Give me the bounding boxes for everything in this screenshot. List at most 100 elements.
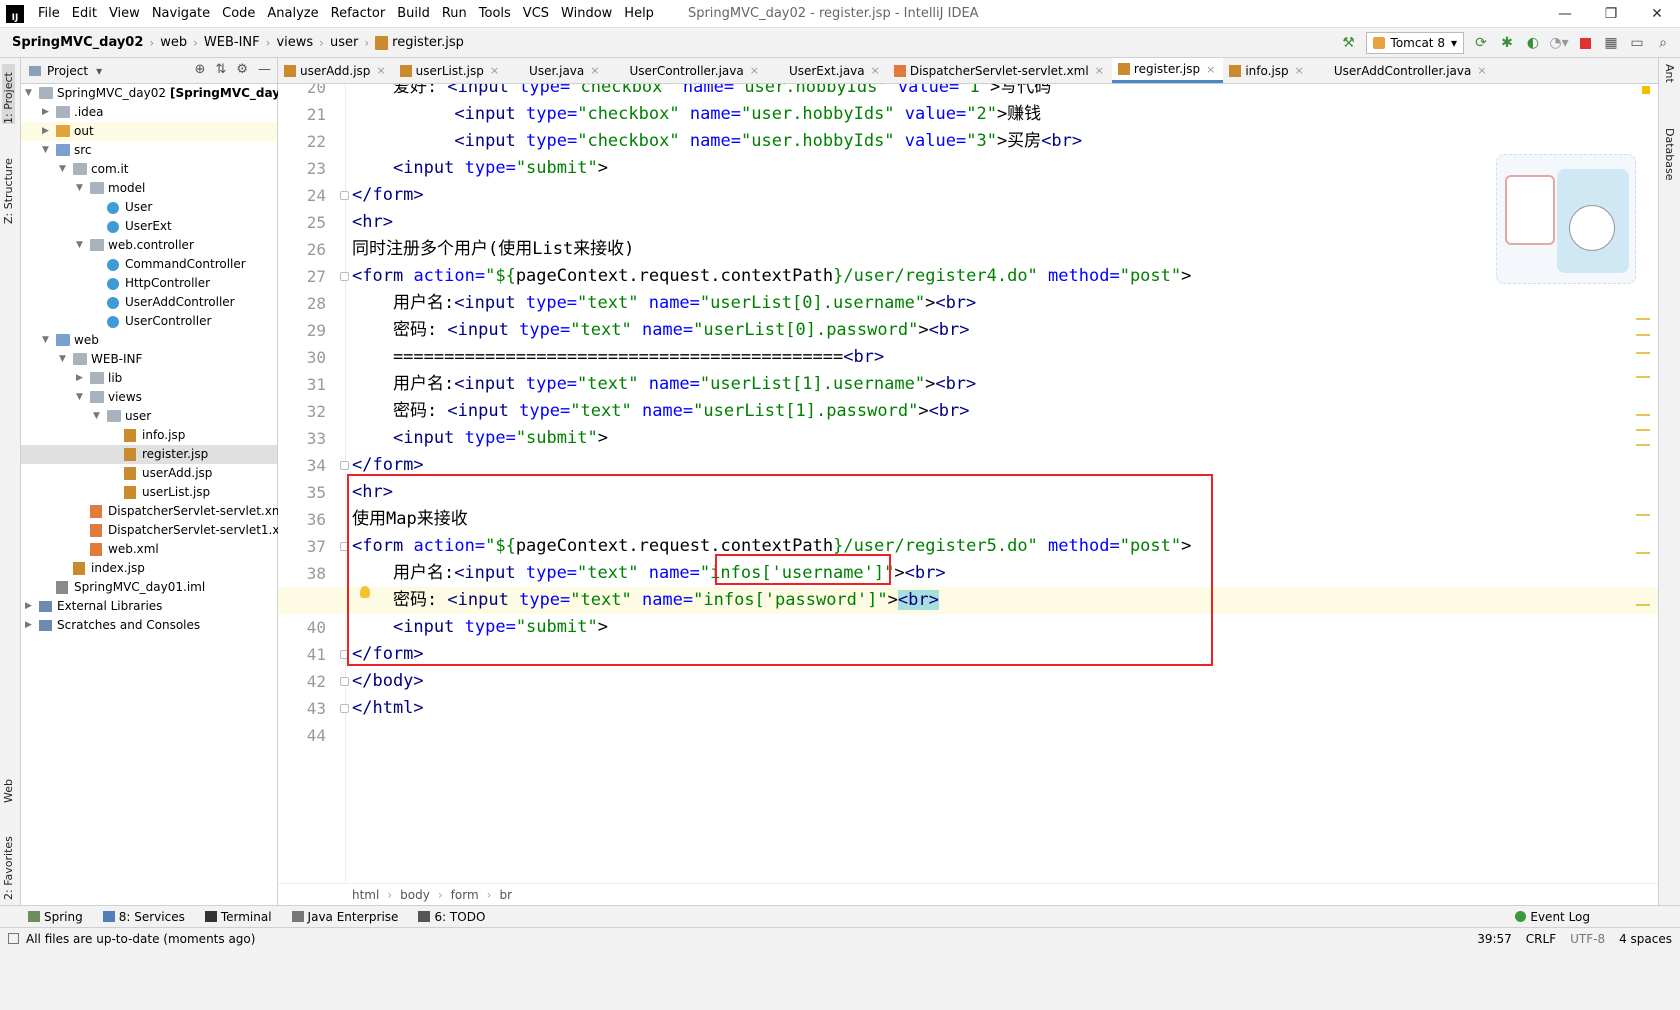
tree-item-web[interactable]: ▼ web	[21, 331, 277, 350]
menu-refactor[interactable]: Refactor	[325, 0, 392, 28]
tree-item-dispatcherservlet-servlet1-xml[interactable]: DispatcherServlet-servlet1.xml	[21, 521, 294, 540]
menu-code[interactable]: Code	[216, 0, 261, 28]
close-tab-icon[interactable]: ×	[871, 64, 880, 77]
tab-userlist-jsp[interactable]: userList.jsp ×	[394, 58, 507, 83]
rerun-icon[interactable]: ⟳	[1472, 34, 1490, 52]
run-configuration-select[interactable]: Tomcat 8 ▾	[1365, 32, 1464, 54]
hide-icon[interactable]: —	[258, 62, 271, 77]
tree-item-scratches-and-consoles[interactable]: ▶ Scratches and Consoles	[21, 616, 277, 635]
debug-icon[interactable]: ✱	[1498, 34, 1516, 52]
tree-item-usercontroller[interactable]: UserController	[21, 312, 277, 331]
close-tab-icon[interactable]: ×	[590, 64, 599, 77]
menu-help[interactable]: Help	[618, 0, 660, 28]
gear-icon[interactable]: ⚙	[236, 62, 248, 77]
tree-item-web-inf[interactable]: ▼ WEB-INF	[21, 350, 277, 369]
fold-marker-icon[interactable]	[340, 461, 349, 470]
menu-analyze[interactable]: Analyze	[261, 0, 324, 28]
project-tool-tab[interactable]: 1: Project	[2, 64, 15, 124]
database-tool-tab[interactable]: Database	[1663, 128, 1676, 181]
tab-dispatcherservlet-servlet-xml[interactable]: DispatcherServlet-servlet.xml ×	[888, 58, 1112, 83]
intention-bulb-icon[interactable]	[360, 586, 370, 598]
tree-item-useradd-jsp[interactable]: userAdd.jsp	[21, 464, 277, 483]
tree-item-external-libraries[interactable]: ▶ External Libraries	[21, 597, 277, 616]
code-line[interactable]: 爱好: <input type="checkbox" name="user.ho…	[352, 84, 1051, 101]
menu-edit[interactable]: Edit	[66, 0, 103, 28]
tree-item-dispatcherservlet-servlet-xml[interactable]: DispatcherServlet-servlet.xml	[21, 502, 287, 521]
tree-item-user[interactable]: ▼ user	[21, 407, 277, 426]
tree-item-web-controller[interactable]: ▼ web.controller	[21, 236, 277, 255]
locate-icon[interactable]: ⊕	[195, 62, 206, 77]
chevron-right-icon[interactable]: ▶	[42, 103, 49, 122]
chevron-down-icon[interactable]: ▼	[25, 84, 32, 103]
services-tool-button[interactable]: 8: Services	[93, 910, 195, 924]
tab-useraddcontroller-java[interactable]: UserAddController.java ×	[1312, 58, 1495, 83]
code-line[interactable]: <hr>	[352, 209, 393, 236]
close-tab-icon[interactable]: ×	[1095, 64, 1104, 77]
terminal-tool-button[interactable]: Terminal	[195, 910, 282, 924]
code-line[interactable]: <input type="submit">	[352, 425, 608, 452]
tree-item-views[interactable]: ▼ views	[21, 388, 277, 407]
layout-icon[interactable]: ▭	[1628, 34, 1646, 52]
tree-item-useraddcontroller[interactable]: UserAddController	[21, 293, 277, 312]
close-button[interactable]: ✕	[1634, 0, 1680, 28]
code-line[interactable]: <input type="checkbox" name="user.hobbyI…	[352, 101, 1041, 128]
build-hammer-icon[interactable]: ⚒	[1340, 34, 1358, 52]
breadcrumb-user[interactable]: user	[328, 35, 360, 50]
chevron-down-icon[interactable]: ▾	[96, 64, 102, 78]
minimize-button[interactable]: —	[1542, 0, 1588, 28]
breadcrumb-web[interactable]: web	[158, 35, 189, 50]
tab-useradd-jsp[interactable]: userAdd.jsp ×	[278, 58, 394, 83]
breadcrumb-views[interactable]: views	[274, 35, 315, 50]
tree-item-out[interactable]: ▶ out	[21, 122, 277, 141]
chevron-down-icon[interactable]: ▼	[76, 179, 83, 198]
editor-crumb-html[interactable]: html	[352, 888, 379, 902]
chevron-right-icon[interactable]: ▶	[42, 122, 49, 141]
tree-item-web-xml[interactable]: web.xml	[21, 540, 277, 559]
tree-item-src[interactable]: ▼ src	[21, 141, 277, 160]
code-editor[interactable]: 2021222324252627282930313233343536373839…	[278, 84, 1658, 883]
indent-setting[interactable]: 4 spaces	[1619, 932, 1672, 946]
menu-tools[interactable]: Tools	[473, 0, 517, 28]
tree-item-commandcontroller[interactable]: CommandController	[21, 255, 277, 274]
menu-navigate[interactable]: Navigate	[146, 0, 216, 28]
stop-icon[interactable]	[1576, 34, 1594, 52]
caret-position[interactable]: 39:57	[1477, 932, 1512, 946]
tree-item-index-jsp[interactable]: index.jsp	[21, 559, 277, 578]
tree-item-httpcontroller[interactable]: HttpController	[21, 274, 277, 293]
search-icon[interactable]: ⌕	[1654, 34, 1672, 52]
tree-item-model[interactable]: ▼ model	[21, 179, 277, 198]
profile-icon[interactable]: ◔▾	[1549, 34, 1568, 52]
chevron-right-icon[interactable]: ▶	[25, 597, 32, 616]
tab-usercontroller-java[interactable]: UserController.java ×	[607, 58, 766, 83]
code-line[interactable]: </form>	[352, 182, 424, 209]
menu-file[interactable]: File	[32, 0, 66, 28]
editor-crumb-form[interactable]: form	[451, 888, 479, 902]
tree-item-userlist-jsp[interactable]: userList.jsp	[21, 483, 277, 502]
chevron-right-icon[interactable]: ▶	[25, 616, 32, 635]
fold-marker-icon[interactable]	[340, 191, 349, 200]
todo-tool-button[interactable]: 6: TODO	[408, 910, 495, 924]
tree-item-info-jsp[interactable]: info.jsp	[21, 426, 277, 445]
tree-item-userext[interactable]: UserExt	[21, 217, 277, 236]
java-enterprise-tool-button[interactable]: Java Enterprise	[282, 910, 409, 924]
code-line[interactable]: ========================================…	[352, 344, 884, 371]
chevron-right-icon[interactable]: ▶	[76, 369, 83, 388]
event-log-button[interactable]: Event Log	[1505, 910, 1600, 924]
fold-marker-icon[interactable]	[340, 677, 349, 686]
project-structure-icon[interactable]: ▦	[1602, 34, 1620, 52]
close-tab-icon[interactable]: ×	[1477, 64, 1486, 77]
code-line[interactable]: <input type="checkbox" name="user.hobbyI…	[352, 128, 1082, 155]
menu-view[interactable]: View	[103, 0, 146, 28]
web-tool-tab[interactable]: Web	[2, 763, 15, 803]
project-view-select[interactable]: Project	[47, 64, 88, 78]
close-tab-icon[interactable]: ×	[750, 64, 759, 77]
tree-item-lib[interactable]: ▶ lib	[21, 369, 277, 388]
chevron-down-icon[interactable]: ▼	[93, 407, 100, 426]
tab-userext-java[interactable]: UserExt.java ×	[767, 58, 888, 83]
close-tab-icon[interactable]: ×	[376, 64, 385, 77]
coverage-icon[interactable]: ◐	[1524, 34, 1542, 52]
status-toggle-icon[interactable]	[8, 933, 19, 944]
line-separator[interactable]: CRLF	[1526, 932, 1556, 946]
close-tab-icon[interactable]: ×	[1206, 63, 1215, 76]
code-line[interactable]: </html>	[352, 695, 424, 722]
